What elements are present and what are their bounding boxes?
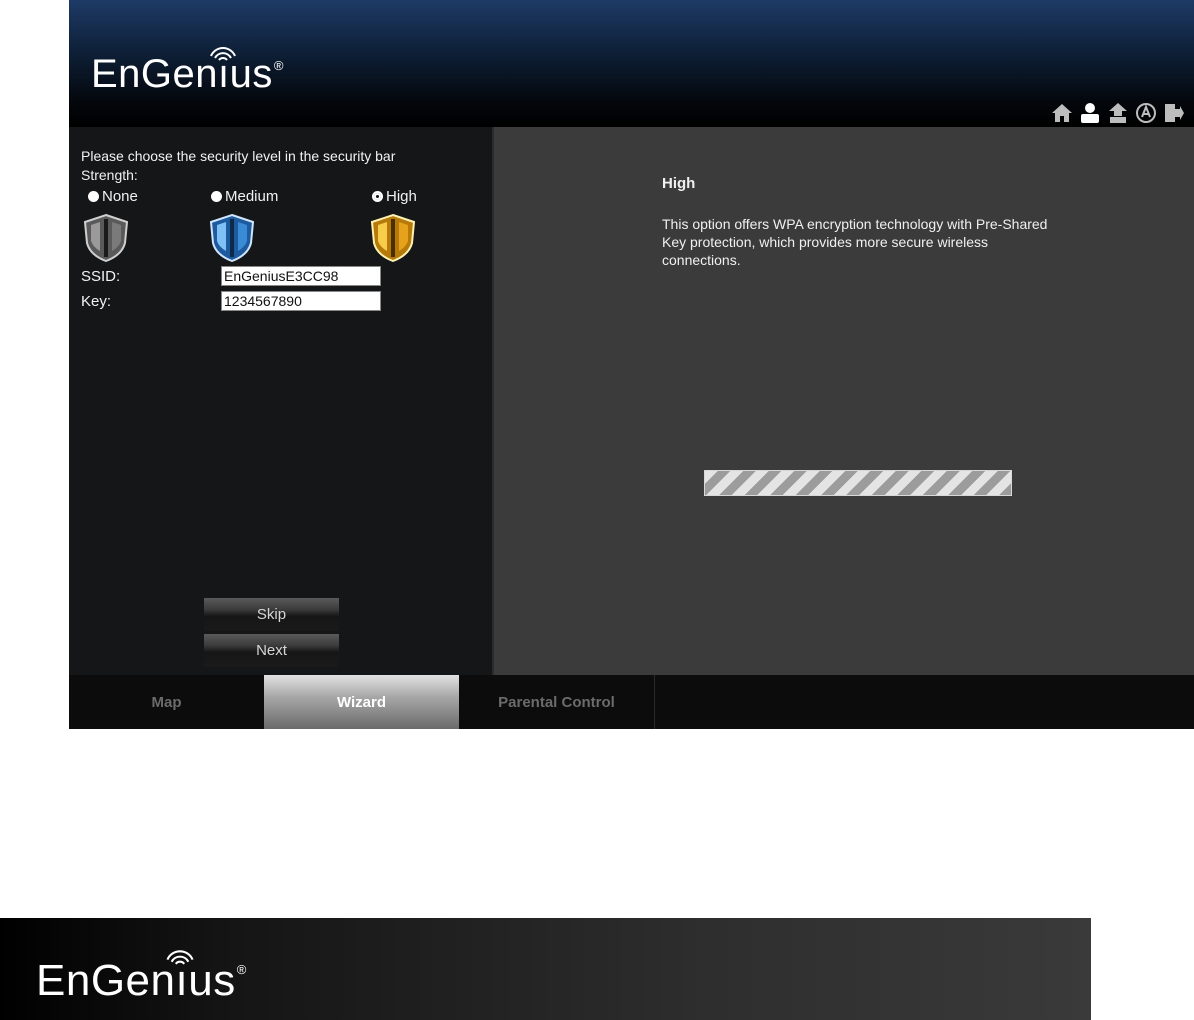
shield-medium-icon[interactable] [208,213,256,263]
key-label: Key: [81,293,112,310]
tab-wizard[interactable]: Wizard [264,675,459,729]
next-button[interactable]: Next [204,634,339,667]
radio-high[interactable] [372,191,383,202]
security-level-medium[interactable]: Medium [211,188,278,205]
home-icon[interactable] [1050,101,1074,125]
shield-none-icon[interactable] [82,213,130,263]
upload-icon[interactable] [1106,101,1130,125]
top-toolbar [1050,101,1186,125]
engenius-banner: EnGen ıus® [0,918,1091,1020]
wireless-icon[interactable] [1134,101,1158,125]
wifi-wave-icon [210,47,236,61]
engenius-logo: EnGen ıus® [91,47,284,97]
instruction-text: Please choose the security level in the … [81,148,396,183]
wifi-wave-icon [166,950,194,965]
strength-label: Strength: [81,167,138,183]
key-input[interactable] [221,291,381,311]
security-description-panel: High This option offers WPA encryption t… [492,127,1194,675]
router-admin-window: EnGen ıus® Please choose the security le… [69,0,1194,729]
logout-icon[interactable] [1162,101,1186,125]
radio-medium[interactable] [211,191,222,202]
security-level-title: High [662,175,696,192]
ssid-input[interactable] [221,266,381,286]
security-settings-panel: Please choose the security level in the … [69,127,492,675]
security-level-high[interactable]: High [372,188,417,205]
bottom-tab-bar: Map Wizard Parental Control [69,675,1194,729]
tab-map[interactable]: Map [69,675,264,729]
header-bar: EnGen ıus® [69,0,1194,127]
loading-progress-bar [704,470,1012,496]
skip-button[interactable]: Skip [204,598,339,631]
radio-none[interactable] [88,191,99,202]
security-level-description: This option offers WPA encryption techno… [662,216,1048,268]
ssid-label: SSID: [81,268,121,285]
engenius-logo: EnGen ıus® [36,950,247,1006]
security-level-none[interactable]: None [88,188,138,205]
shield-high-icon[interactable] [369,213,417,263]
user-icon[interactable] [1078,101,1102,125]
tab-parental-control[interactable]: Parental Control [459,675,655,729]
